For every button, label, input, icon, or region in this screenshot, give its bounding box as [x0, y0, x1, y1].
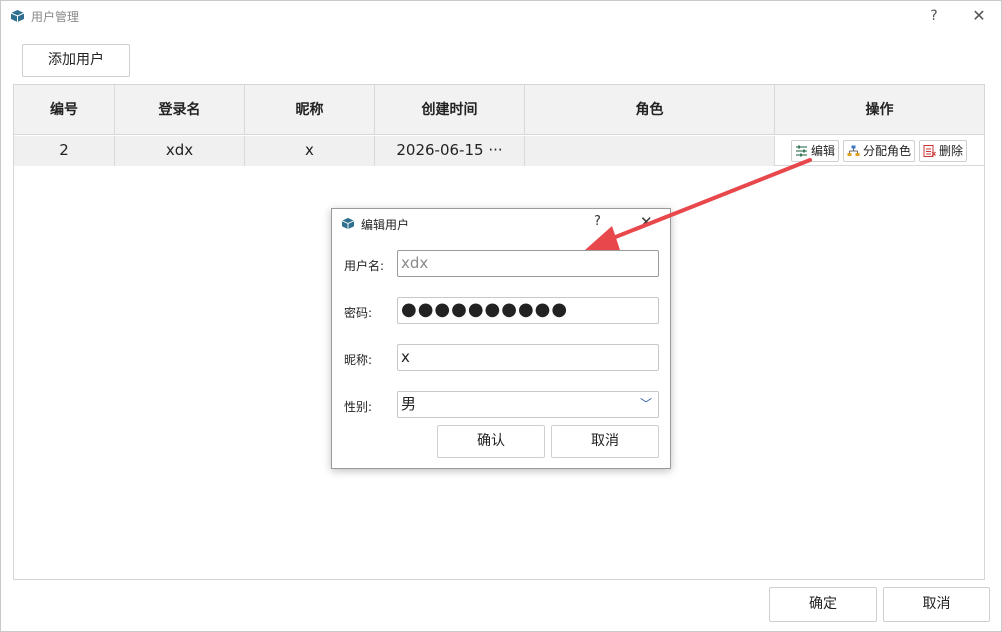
- cell-actions: 编辑 分配角色 删除: [775, 136, 984, 166]
- password-label: 密码:: [344, 306, 373, 320]
- org-chart-icon: [847, 145, 860, 156]
- header-login[interactable]: 登录名: [115, 85, 245, 135]
- cell-login[interactable]: xdx: [115, 136, 245, 166]
- chevron-down-icon: ﹀: [639, 397, 652, 411]
- cell-created[interactable]: 2026-06-15 ···: [375, 136, 525, 166]
- window-title: 用户管理: [31, 10, 80, 24]
- dialog-close-button[interactable]: ✕: [640, 213, 653, 231]
- header-id[interactable]: 编号: [14, 85, 115, 135]
- header-actions[interactable]: 操作: [775, 85, 984, 135]
- delete-label: 删除: [939, 144, 964, 158]
- close-button[interactable]: ✕: [967, 5, 991, 27]
- gender-label: 性别:: [344, 400, 373, 414]
- add-user-button[interactable]: 添加用户: [22, 44, 130, 77]
- username-field[interactable]: xdx: [397, 250, 659, 277]
- delete-icon: [923, 145, 936, 157]
- assign-role-label: 分配角色: [863, 144, 912, 158]
- edit-icon: [796, 145, 807, 157]
- app-icon: [10, 10, 25, 22]
- password-field[interactable]: ●●●●●●●●●●: [397, 297, 659, 324]
- delete-button[interactable]: 删除: [919, 140, 968, 162]
- dialog-help-button[interactable]: ?: [594, 214, 601, 229]
- help-button[interactable]: ?: [922, 5, 946, 27]
- assign-role-button[interactable]: 分配角色: [843, 140, 916, 162]
- dialog-app-icon: [341, 217, 355, 230]
- dialog-title: 编辑用户: [361, 218, 410, 232]
- nickname-field[interactable]: x: [397, 344, 659, 371]
- header-role[interactable]: 角色: [525, 85, 775, 135]
- cell-role[interactable]: [525, 136, 775, 166]
- edit-button[interactable]: 编辑: [791, 140, 840, 162]
- gender-value: 男: [401, 395, 417, 413]
- dialog-confirm-button[interactable]: 确认: [437, 425, 545, 458]
- header-nickname[interactable]: 昵称: [245, 85, 375, 135]
- dialog-cancel-button[interactable]: 取消: [551, 425, 659, 458]
- ok-button[interactable]: 确定: [769, 587, 877, 622]
- edit-label: 编辑: [811, 144, 836, 158]
- nickname-label: 昵称:: [344, 353, 373, 367]
- table-row[interactable]: 2 xdx x 2026-06-15 ··· 编辑 分配角色 删除: [14, 136, 984, 166]
- cell-id[interactable]: 2: [14, 136, 115, 166]
- header-created[interactable]: 创建时间: [375, 85, 525, 135]
- title-bar: 用户管理 ? ✕: [1, 1, 1001, 32]
- username-label: 用户名:: [344, 259, 385, 273]
- edit-user-dialog: 编辑用户 ? ✕ 用户名: xdx 密码: ●●●●●●●●●● 昵称: x 性…: [331, 208, 671, 469]
- cell-nickname[interactable]: x: [245, 136, 375, 166]
- cancel-button[interactable]: 取消: [883, 587, 990, 622]
- gender-select[interactable]: 男 ﹀: [397, 391, 659, 418]
